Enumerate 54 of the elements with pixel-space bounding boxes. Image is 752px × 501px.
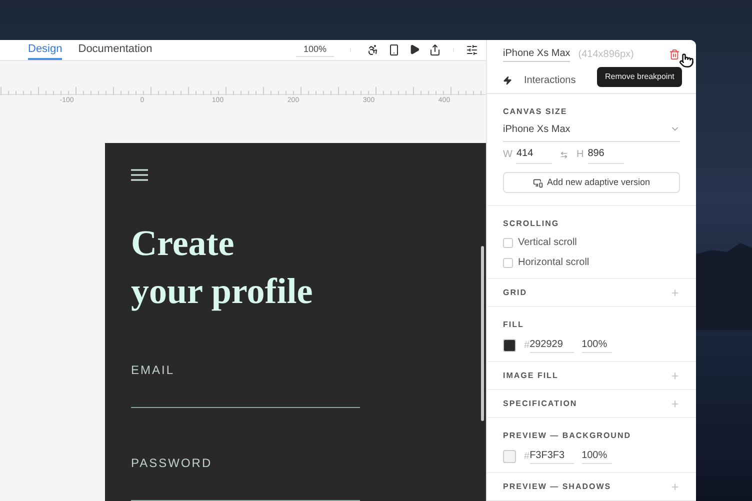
section-title: PREVIEW — BACKGROUND [503, 430, 632, 442]
play-icon[interactable] [409, 44, 420, 56]
add-adaptive-version-button[interactable]: Add new adaptive version [503, 172, 680, 194]
link-arrows-icon[interactable] [560, 150, 568, 159]
interactions-label[interactable]: Interactions [524, 73, 576, 88]
section-title: GRID [503, 286, 527, 299]
phone-icon[interactable] [388, 44, 400, 56]
checkbox-label: Vertical scroll [518, 236, 577, 250]
heading-line: your profile [131, 270, 314, 313]
width-label: W [503, 148, 512, 162]
scrollbar[interactable] [481, 246, 484, 421]
section-title: SCROLLING [503, 218, 560, 230]
checkbox[interactable] [503, 238, 513, 248]
width-field[interactable]: 414 [516, 146, 552, 164]
hash-mark: # [524, 338, 530, 353]
height-label: H [576, 148, 584, 162]
sliders-icon[interactable] [466, 44, 478, 56]
tab[interactable]: Design [28, 40, 62, 60]
tab[interactable]: Documentation [78, 40, 152, 60]
devices-icon [532, 178, 543, 188]
lightning-icon [503, 76, 512, 86]
field-label: EMAIL [131, 362, 176, 379]
hex-field[interactable]: 292929 [530, 337, 574, 354]
section-title: PREVIEW — SHADOWS [503, 480, 612, 493]
checkbox-label: Horizontal scroll [518, 256, 590, 270]
zoom-field[interactable]: 100% [296, 42, 334, 57]
menu-icon[interactable] [131, 169, 148, 181]
section-title: CANVAS SIZE [503, 106, 568, 118]
accessibility-icon[interactable] [367, 44, 379, 56]
share-icon[interactable] [429, 44, 441, 56]
checkbox[interactable] [503, 258, 513, 268]
opacity-field[interactable]: 100% [582, 337, 612, 354]
input-line[interactable] [131, 407, 360, 408]
tooltip: Remove breakpoint [597, 67, 682, 87]
section-title: SPECIFICATION [503, 398, 578, 410]
hex-field[interactable]: F3F3F3 [530, 448, 574, 464]
plus-icon[interactable] [670, 482, 680, 492]
opacity-field[interactable]: 100% [582, 448, 612, 464]
section-title: FILL [503, 319, 525, 332]
breakpoint-name[interactable]: iPhone Xs Max [503, 46, 570, 62]
color-swatch[interactable] [503, 450, 516, 463]
color-swatch[interactable] [503, 338, 516, 352]
breakpoint-size: (414x896px) [578, 48, 634, 62]
plus-icon[interactable] [670, 398, 680, 409]
section-title: IMAGE FILL [503, 370, 558, 382]
input-line[interactable] [131, 500, 360, 501]
heading-line: Create [131, 222, 236, 265]
hash-mark: # [524, 450, 530, 464]
field-label: PASSWORD [131, 455, 214, 472]
plus-icon[interactable] [670, 288, 680, 298]
device-dropdown[interactable]: iPhone Xs Max [503, 122, 680, 142]
trash-icon[interactable] [669, 48, 680, 60]
height-field[interactable]: 896 [588, 146, 624, 164]
plus-icon[interactable] [670, 370, 680, 381]
